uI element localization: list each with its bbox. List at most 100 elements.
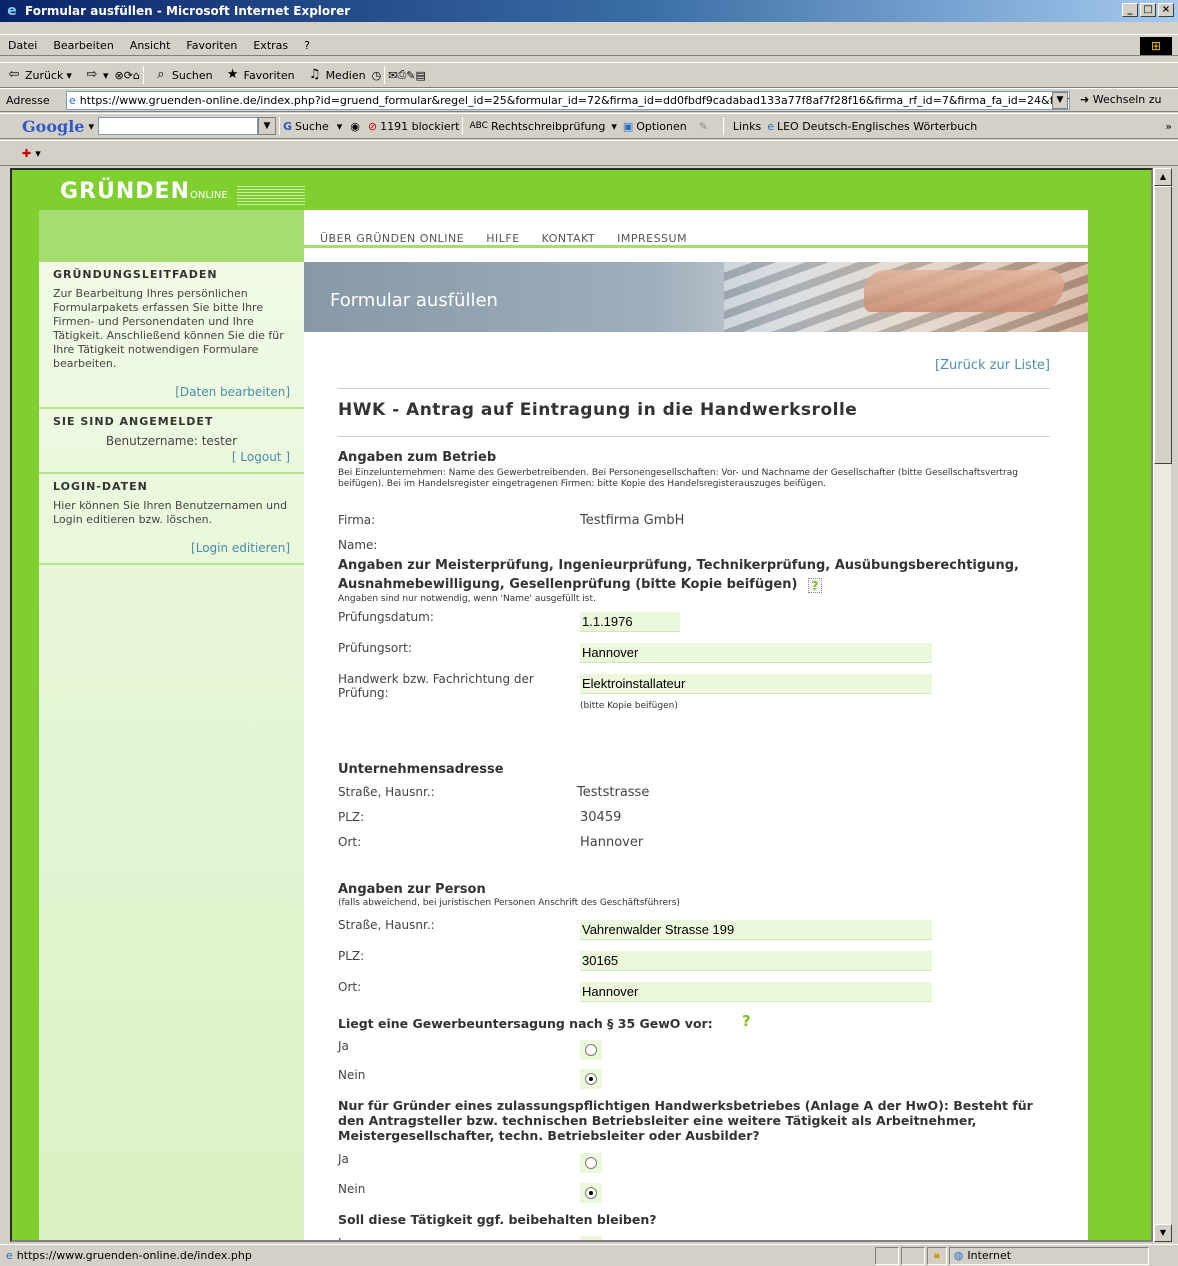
google-search-dropdown[interactable]: ▼ <box>257 117 276 135</box>
highlight-icon[interactable]: ✎ <box>699 120 708 133</box>
help-icon[interactable]: ? <box>742 1012 751 1030</box>
handwerk-input[interactable]: Elektroinstallateur <box>580 674 932 694</box>
back-to-list-link[interactable]: [Zurück zur Liste] <box>935 358 1050 373</box>
pagerank-icon[interactable]: ◉ <box>350 120 360 133</box>
vertical-scrollbar[interactable]: ▲ ▼ <box>1153 168 1172 1242</box>
history-icon[interactable]: ◷ <box>372 69 382 82</box>
question-weitere-taetigkeit: Nur für Gründer eines zulassungspflichti… <box>338 1098 1033 1143</box>
lock-icon[interactable]: 🔒︎ <box>926 1246 947 1265</box>
q1-no-radio[interactable] <box>580 1069 602 1089</box>
menu-ansicht[interactable]: Ansicht <box>122 39 179 52</box>
search-button[interactable]: ⌕ Suchen <box>147 67 219 83</box>
top-navigation: ÜBER GRÜNDEN ONLINE HILFE KONTAKT IMPRES… <box>304 210 1088 248</box>
firma-value: Testfirma GmbH <box>580 513 685 528</box>
menu-help[interactable]: ? <box>296 39 318 52</box>
refresh-icon[interactable]: ⟳ <box>124 69 133 82</box>
person-ort-input[interactable]: Hannover <box>580 982 932 1002</box>
person-plz-input[interactable]: 30165 <box>580 951 932 971</box>
guide-text: Zur Bearbeitung Ihres persönlichen Formu… <box>53 287 284 370</box>
toolbar-divider <box>142 66 144 84</box>
logged-in-section: SIE SIND ANGEMELDET Benutzername: tester… <box>39 409 304 474</box>
handwerk-note: (bitte Kopie beifügen) <box>580 701 678 711</box>
adresse-ort-label: Ort: <box>338 835 362 849</box>
toolbar-divider <box>278 117 280 135</box>
address-bar: Adresse e https://www.gruenden-online.de… <box>0 88 1178 112</box>
login-data-section: LOGIN-DATEN Hier können Sie Ihren Benutz… <box>39 474 304 565</box>
translate-icon[interactable]: ✚ <box>22 147 31 160</box>
standard-toolbar: ⇦ Zurück ▾ ⇨ ▾ ⊗ ⟳ ⌂ ⌕ Suchen ★ Favorite… <box>0 62 1178 88</box>
mail-icon[interactable]: ✉ <box>388 69 397 82</box>
q2-no-label: Nein <box>338 1182 366 1196</box>
print-icon[interactable]: ⎙ <box>397 68 406 82</box>
menu-extras[interactable]: Extras <box>245 39 296 52</box>
nav-help[interactable]: HILFE <box>486 232 519 245</box>
scrollbar-thumb[interactable] <box>1154 186 1172 464</box>
site-logo[interactable]: GRÜNDENONLINE <box>60 179 228 204</box>
google-logo[interactable]: Google <box>22 117 84 136</box>
close-button[interactable]: × <box>1158 3 1174 17</box>
nav-imprint[interactable]: IMPRESSUM <box>617 232 687 245</box>
q2-yes-label: Ja <box>338 1152 349 1166</box>
adresse-ort-value: Hannover <box>580 835 644 850</box>
edit-icon[interactable]: ✎ <box>406 69 415 82</box>
stop-icon[interactable]: ⊗ <box>114 69 123 82</box>
adresse-strasse-value: Teststrasse <box>577 785 650 800</box>
q2-no-radio[interactable] <box>580 1183 602 1203</box>
address-input[interactable]: e https://www.gruenden-online.de/index.p… <box>66 91 1070 110</box>
discuss-icon[interactable]: ▤ <box>415 69 425 82</box>
scroll-up-icon[interactable]: ▲ <box>1154 168 1172 186</box>
question-gewerbeuntersagung: Liegt eine Gewerbeuntersagung nach § 35 … <box>338 1016 713 1031</box>
scroll-down-icon[interactable]: ▼ <box>1154 1224 1172 1242</box>
logo-decoration <box>237 186 305 206</box>
guide-title: GRÜNDUNGSLEITFADEN <box>53 268 218 281</box>
minimize-button[interactable]: _ <box>1122 3 1138 17</box>
q1-no-label: Nein <box>338 1068 366 1082</box>
q1-yes-radio[interactable] <box>580 1040 602 1060</box>
more-icon[interactable]: » <box>1165 120 1172 133</box>
sidebar-header <box>39 210 304 262</box>
forward-arrow-icon: ⇨ <box>86 67 98 82</box>
menu-favoriten[interactable]: Favoriten <box>178 39 245 52</box>
divider <box>338 436 1050 437</box>
google-search-button[interactable]: Suche <box>295 120 329 133</box>
forward-button[interactable]: ⇨ ▾ <box>78 67 115 83</box>
home-icon[interactable]: ⌂ <box>133 69 140 82</box>
firma-label: Firma: <box>338 513 376 527</box>
back-arrow-icon: ⇦ <box>8 67 20 82</box>
status-bar: e https://www.gruenden-online.de/index.p… <box>0 1244 1178 1266</box>
go-button[interactable]: ➜ Wechseln zu <box>1080 93 1162 106</box>
q3-yes-radio[interactable] <box>580 1236 602 1240</box>
menu-bearbeiten[interactable]: Bearbeiten <box>45 39 121 52</box>
window-titlebar: e Formular ausfüllen - Microsoft Interne… <box>0 0 1178 22</box>
logout-link[interactable]: [ Logout ] <box>53 450 290 464</box>
edit-login-link[interactable]: [Login editieren] <box>53 541 290 555</box>
favorites-label: Favoriten <box>243 68 295 82</box>
help-icon[interactable]: ? <box>807 578 822 593</box>
favorites-button[interactable]: ★ Favoriten <box>219 67 301 83</box>
chevron-down-icon: ▾ <box>102 68 109 82</box>
person-strasse-input[interactable]: Vahrenwalder Strasse 199 <box>580 920 932 940</box>
nav-contact[interactable]: KONTAKT <box>542 232 595 245</box>
menu-datei[interactable]: Datei <box>0 39 45 52</box>
media-button[interactable]: ♫ Medien <box>301 67 372 83</box>
site-logo-sub: ONLINE <box>189 190 228 201</box>
address-dropdown-icon[interactable]: ▼ <box>1052 92 1068 109</box>
popup-blocked-count[interactable]: 1191 blockiert <box>380 120 459 133</box>
q1-yes-label: Ja <box>338 1039 349 1053</box>
back-button[interactable]: ⇦ Zurück ▾ <box>0 67 78 83</box>
q2-yes-radio[interactable] <box>580 1153 602 1173</box>
maximize-button[interactable]: □ <box>1140 3 1156 17</box>
chevron-down-icon: ▾ <box>66 68 72 82</box>
google-search-input[interactable] <box>97 117 258 135</box>
username-text: Benutzername: tester <box>105 434 238 448</box>
spellcheck-icon: ABC <box>469 121 488 131</box>
edit-data-link[interactable]: [Daten bearbeiten] <box>53 385 290 399</box>
leo-link[interactable]: LEO Deutsch-Englisches Wörterbuch <box>777 120 977 133</box>
section-title-pruefung: Angaben zur Meisterprüfung, Ingenieurprü… <box>338 556 1028 594</box>
nav-about[interactable]: ÜBER GRÜNDEN ONLINE <box>320 232 464 245</box>
options-button[interactable]: Optionen <box>636 120 686 133</box>
spellcheck-button[interactable]: Rechtschreibprüfung <box>491 120 605 133</box>
pruefungsort-input[interactable]: Hannover <box>580 643 932 663</box>
pruefungsdatum-input[interactable]: 1.1.1976 <box>580 612 680 632</box>
person-ort-label: Ort: <box>338 980 362 994</box>
